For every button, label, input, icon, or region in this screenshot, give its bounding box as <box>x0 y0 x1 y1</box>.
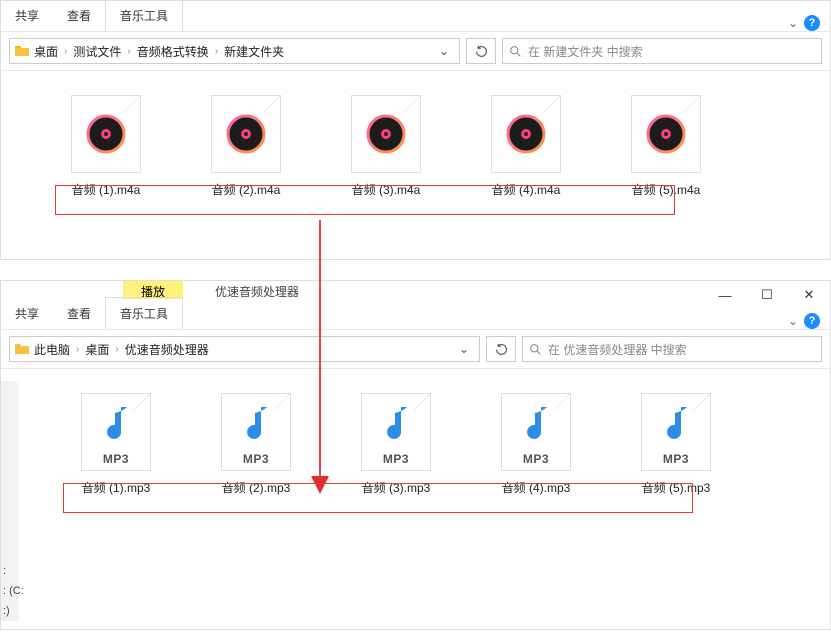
sidebar-item[interactable]: : (C: <box>1 581 26 601</box>
audio-disc-icon <box>224 112 268 156</box>
chevron-right-icon: › <box>62 46 69 57</box>
audio-disc-icon <box>364 112 408 156</box>
file-thumb-m4a <box>491 95 561 173</box>
chevron-down-icon[interactable]: ⌄ <box>788 16 798 30</box>
search-icon <box>509 45 522 58</box>
music-note-icon <box>99 405 133 445</box>
ribbon-right: ⌄ ? <box>788 313 830 329</box>
file-item[interactable]: MP3 音频 (5).mp3 <box>631 393 721 496</box>
search-placeholder: 在 新建文件夹 中搜索 <box>528 43 643 60</box>
ribbon-tabs: 共享 查看 音乐工具 ⌄ ? <box>1 1 830 31</box>
explorer-window-1: 共享 查看 音乐工具 ⌄ ? 桌面 › 测试文件 › 音频格式转换 › 新建文件… <box>0 0 831 260</box>
file-item[interactable]: MP3 音频 (2).mp3 <box>211 393 301 496</box>
refresh-button[interactable] <box>486 336 516 362</box>
file-item[interactable]: 音频 (2).m4a <box>201 95 291 198</box>
file-thumb-mp3: MP3 <box>361 393 431 471</box>
ribbon-tabs: 共享 查看 音乐工具 ⌄ ? <box>1 299 830 329</box>
help-icon[interactable]: ? <box>804 15 820 31</box>
folder-icon <box>14 43 30 59</box>
search-icon <box>529 343 542 356</box>
music-note-icon <box>519 405 553 445</box>
file-item[interactable]: 音频 (1).m4a <box>61 95 151 198</box>
file-item[interactable]: MP3 音频 (1).mp3 <box>71 393 161 496</box>
address-bar[interactable]: 桌面 › 测试文件 › 音频格式转换 › 新建文件夹 ⌄ <box>9 38 460 64</box>
file-thumb-m4a <box>351 95 421 173</box>
chevron-right-icon: › <box>113 344 120 355</box>
breadcrumb-item[interactable]: 音频格式转换 <box>135 41 211 62</box>
file-thumb-mp3: MP3 <box>81 393 151 471</box>
file-item[interactable]: MP3 音频 (3).mp3 <box>351 393 441 496</box>
address-bar[interactable]: 此电脑 › 桌面 › 优速音频处理器 ⌄ <box>9 336 480 362</box>
file-item[interactable]: MP3 音频 (4).mp3 <box>491 393 581 496</box>
mp3-type-label: MP3 <box>663 452 689 466</box>
breadcrumb-item[interactable]: 测试文件 <box>71 41 123 62</box>
music-note-icon <box>659 405 693 445</box>
breadcrumb-item[interactable]: 桌面 <box>83 339 111 360</box>
music-note-icon <box>239 405 273 445</box>
explorer-window-2: 播放 优速音频处理器 — ☐ ✕ 共享 查看 音乐工具 ⌄ ? 此电脑 › 桌面… <box>0 280 831 630</box>
breadcrumb-item[interactable]: 桌面 <box>32 41 60 62</box>
chevron-down-icon[interactable]: ⌄ <box>788 314 798 328</box>
ribbon-right: ⌄ ? <box>788 15 830 31</box>
sidebar-item[interactable]: :) <box>1 601 26 621</box>
audio-disc-icon <box>504 112 548 156</box>
address-dropdown-icon[interactable]: ⌄ <box>433 44 455 58</box>
sidebar-item[interactable]: : <box>1 561 26 581</box>
file-item[interactable]: 音频 (5).m4a <box>621 95 711 198</box>
search-input[interactable]: 在 新建文件夹 中搜索 <box>502 38 822 64</box>
file-item[interactable]: 音频 (4).m4a <box>481 95 571 198</box>
file-thumb-mp3: MP3 <box>501 393 571 471</box>
selection-highlight <box>63 483 693 513</box>
mp3-type-label: MP3 <box>523 452 549 466</box>
breadcrumb-item[interactable]: 优速音频处理器 <box>123 339 211 360</box>
address-row: 桌面 › 测试文件 › 音频格式转换 › 新建文件夹 ⌄ 在 新建文件夹 中搜索 <box>1 31 830 71</box>
search-placeholder: 在 优速音频处理器 中搜索 <box>548 341 687 358</box>
file-thumb-mp3: MP3 <box>641 393 711 471</box>
tab-music-tools[interactable]: 音乐工具 <box>105 0 183 31</box>
file-thumb-m4a <box>631 95 701 173</box>
mp3-type-label: MP3 <box>243 452 269 466</box>
help-icon[interactable]: ? <box>804 313 820 329</box>
breadcrumb-item[interactable]: 此电脑 <box>32 339 72 360</box>
chevron-right-icon: › <box>125 46 132 57</box>
music-note-icon <box>379 405 413 445</box>
refresh-button[interactable] <box>466 38 496 64</box>
file-thumb-m4a <box>211 95 281 173</box>
search-input[interactable]: 在 优速音频处理器 中搜索 <box>522 336 822 362</box>
tab-view[interactable]: 查看 <box>53 298 105 329</box>
files-area: MP3 音频 (1).mp3 MP3 音频 (2).mp3 MP3 音频 (3)… <box>1 369 830 506</box>
audio-disc-icon <box>644 112 688 156</box>
file-item[interactable]: 音频 (3).m4a <box>341 95 431 198</box>
selection-highlight <box>55 185 675 215</box>
tab-share[interactable]: 共享 <box>1 298 53 329</box>
breadcrumb-item[interactable]: 新建文件夹 <box>222 41 286 62</box>
folder-icon <box>14 341 30 357</box>
file-thumb-mp3: MP3 <box>221 393 291 471</box>
tab-share[interactable]: 共享 <box>1 0 53 31</box>
file-thumb-m4a <box>71 95 141 173</box>
chevron-right-icon: › <box>74 344 81 355</box>
chevron-right-icon: › <box>213 46 220 57</box>
tab-view[interactable]: 查看 <box>53 0 105 31</box>
tab-music-tools[interactable]: 音乐工具 <box>105 297 183 329</box>
audio-disc-icon <box>84 112 128 156</box>
address-dropdown-icon[interactable]: ⌄ <box>453 342 475 356</box>
mp3-type-label: MP3 <box>383 452 409 466</box>
mp3-type-label: MP3 <box>103 452 129 466</box>
files-area: 音频 (1).m4a 音频 (2).m4a 音频 (3).m4a 音频 (4).… <box>1 71 830 208</box>
address-row: 此电脑 › 桌面 › 优速音频处理器 ⌄ 在 优速音频处理器 中搜索 <box>1 329 830 369</box>
